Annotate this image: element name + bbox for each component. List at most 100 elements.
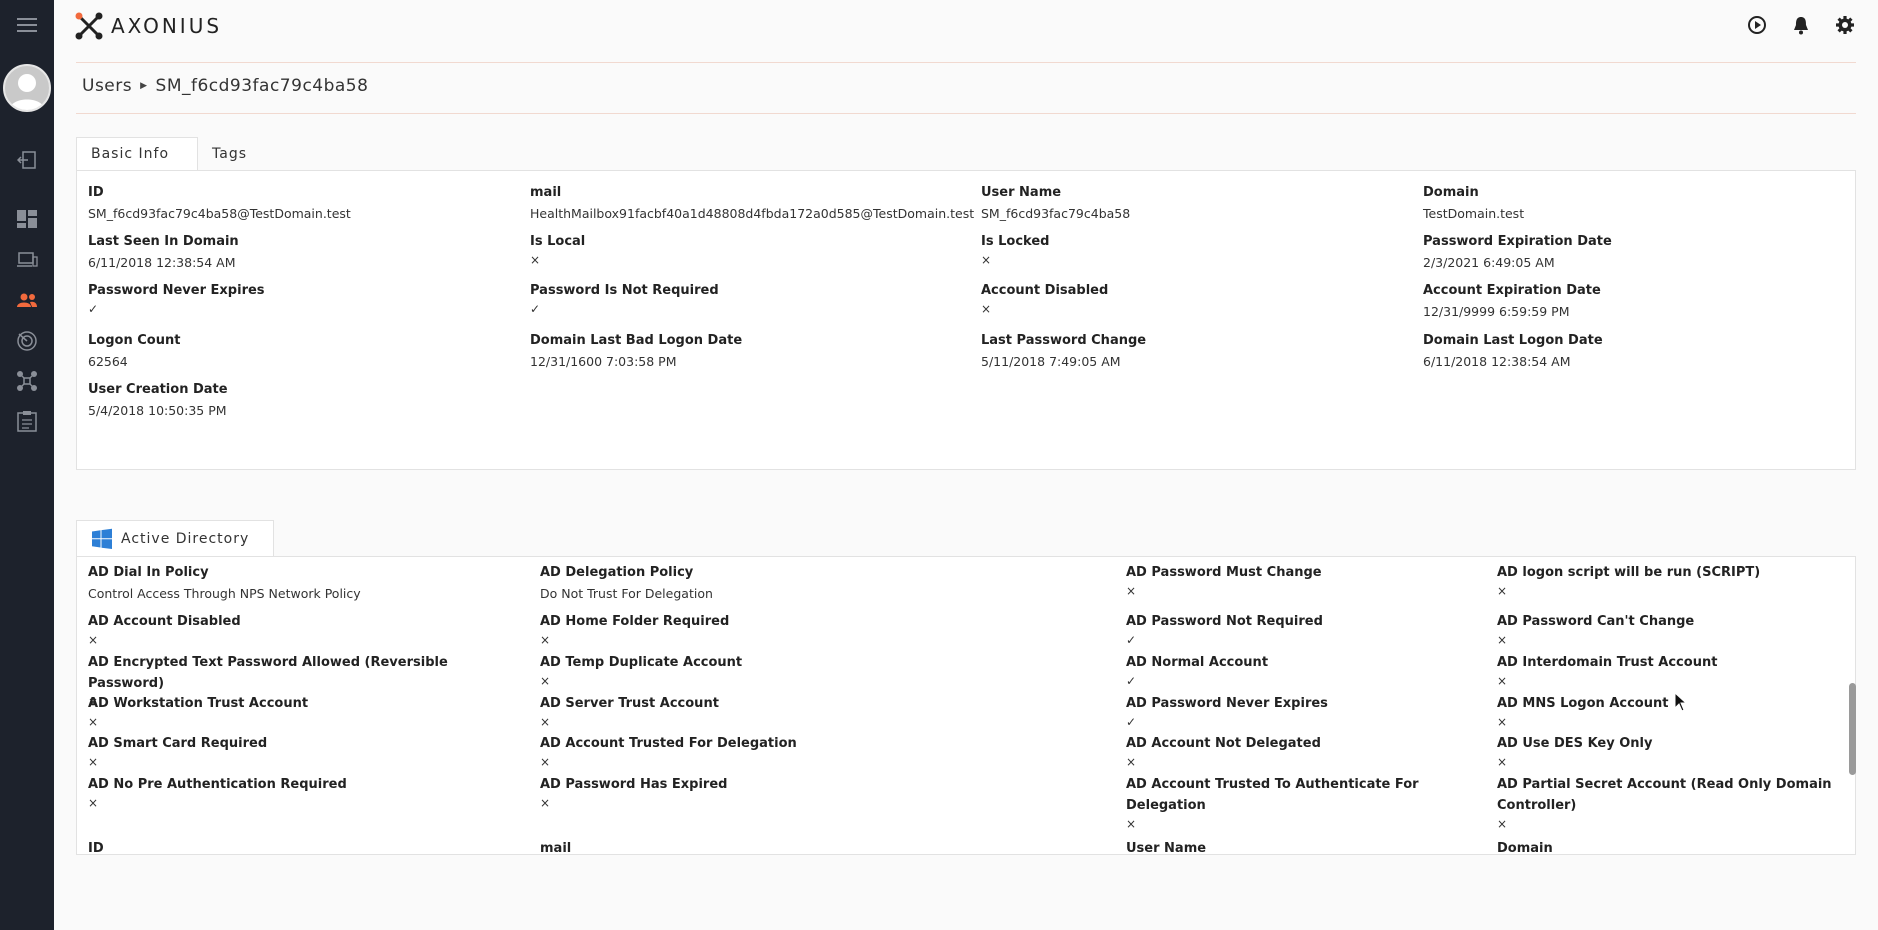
x-icon: × bbox=[1126, 817, 1137, 831]
field-value: 6/11/2018 12:38:54 AM bbox=[88, 255, 236, 270]
field-user-name: User Name SM_f6cd93fac79c4ba58 bbox=[981, 182, 1421, 224]
field-ad-password-has-expired: AD Password Has Expired × bbox=[540, 774, 1100, 811]
field-label: AD Delegation Policy bbox=[540, 565, 694, 580]
breadcrumb-root[interactable]: Users bbox=[82, 76, 132, 96]
devices-icon[interactable] bbox=[0, 250, 54, 270]
field-label: Last Seen In Domain bbox=[88, 234, 239, 249]
adapters-icon[interactable] bbox=[0, 370, 54, 392]
field-label: Domain bbox=[1497, 841, 1553, 855]
users-icon[interactable] bbox=[0, 290, 54, 310]
field-label: User Name bbox=[1126, 841, 1207, 855]
x-icon: × bbox=[88, 796, 99, 810]
play-icon[interactable] bbox=[1746, 14, 1768, 36]
logo-text: AXONIUS bbox=[111, 14, 223, 38]
field-label: ID bbox=[88, 185, 104, 200]
field-label: Password Expiration Date bbox=[1423, 234, 1612, 249]
field-ad-workstation-trust-account: AD Workstation Trust Account × bbox=[88, 693, 528, 730]
x-icon: × bbox=[88, 755, 99, 769]
field-id: ID bbox=[88, 838, 528, 855]
field-label: AD Partial Secret Account (Read Only Dom… bbox=[1497, 777, 1832, 813]
check-icon: ✓ bbox=[1126, 674, 1137, 688]
bell-icon[interactable] bbox=[1790, 14, 1812, 36]
x-icon: × bbox=[1126, 584, 1137, 598]
field-label: Domain Last Logon Date bbox=[1423, 333, 1603, 348]
x-icon: × bbox=[1497, 633, 1508, 647]
field-last-seen-in-domain: Last Seen In Domain 6/11/2018 12:38:54 AM bbox=[88, 231, 518, 273]
adapter-tabs: Active Directory bbox=[76, 520, 274, 557]
field-ad-password-can-t-change: AD Password Can't Change × bbox=[1497, 611, 1837, 648]
field-label: Logon Count bbox=[88, 333, 181, 348]
field-label: ID bbox=[88, 841, 104, 855]
field-label: AD Password Never Expires bbox=[1126, 696, 1328, 711]
x-icon: × bbox=[540, 674, 551, 688]
x-icon: × bbox=[1497, 817, 1508, 831]
field-value: 5/11/2018 7:49:05 AM bbox=[981, 354, 1121, 369]
field-ad-account-disabled: AD Account Disabled × bbox=[88, 611, 528, 648]
field-label: AD Password Not Required bbox=[1126, 614, 1323, 629]
field-label: mail bbox=[530, 185, 562, 200]
alerts-icon[interactable] bbox=[0, 330, 54, 352]
field-label: AD MNS Logon Account bbox=[1497, 696, 1669, 711]
tab-tags[interactable]: Tags bbox=[198, 137, 261, 171]
field-last-password-change: Last Password Change 5/11/2018 7:49:05 AM bbox=[981, 330, 1421, 372]
logout-icon[interactable] bbox=[0, 150, 54, 170]
field-user-creation-date: User Creation Date 5/4/2018 10:50:35 PM bbox=[88, 379, 518, 421]
field-label: Is Local bbox=[530, 234, 586, 249]
field-value: 12/31/1600 7:03:58 PM bbox=[530, 354, 677, 369]
field-label: Is Locked bbox=[981, 234, 1050, 249]
field-label: AD Home Folder Required bbox=[540, 614, 730, 629]
field-label: Account Expiration Date bbox=[1423, 283, 1601, 298]
field-account-disabled: Account Disabled × bbox=[981, 280, 1421, 317]
check-icon: ✓ bbox=[1126, 633, 1137, 647]
scrollbar-thumb[interactable] bbox=[1849, 683, 1856, 775]
field-ad-normal-account: AD Normal Account ✓ bbox=[1126, 652, 1466, 689]
field-label: Domain Last Bad Logon Date bbox=[530, 333, 743, 348]
mouse-cursor-icon bbox=[1674, 692, 1688, 712]
dashboard-icon[interactable] bbox=[0, 208, 54, 230]
field-ad-account-trusted-to-authenticate-for-delegation: AD Account Trusted To Authenticate For D… bbox=[1126, 774, 1466, 832]
breadcrumb: Users ▶ SM_f6cd93fac79c4ba58 bbox=[82, 76, 368, 96]
field-value: HealthMailbox91facbf40a1d48808d4fbda172a… bbox=[530, 206, 975, 221]
field-domain: Domain bbox=[1497, 838, 1837, 855]
field-ad-dial-in-policy: AD Dial In Policy Control Access Through … bbox=[88, 562, 528, 604]
field-domain-last-bad-logon-date: Domain Last Bad Logon Date 12/31/1600 7:0… bbox=[530, 330, 970, 372]
field-id: ID SM_f6cd93fac79c4ba58@TestDomain.test bbox=[88, 182, 518, 224]
field-ad-account-trusted-for-delegation: AD Account Trusted For Delegation × bbox=[540, 733, 1100, 770]
field-domain-last-logon-date: Domain Last Logon Date 6/11/2018 12:38:54… bbox=[1423, 330, 1843, 372]
field-domain: Domain TestDomain.test bbox=[1423, 182, 1843, 224]
field-ad-password-not-required: AD Password Not Required ✓ bbox=[1126, 611, 1466, 648]
nav-rail bbox=[0, 0, 54, 930]
logo[interactable]: AXONIUS bbox=[75, 12, 222, 40]
reports-icon[interactable] bbox=[0, 410, 54, 432]
x-icon: × bbox=[1126, 755, 1137, 769]
field-ad-mns-logon-account: AD MNS Logon Account × bbox=[1497, 693, 1837, 730]
tab-basic-info[interactable]: Basic Info bbox=[76, 137, 198, 171]
x-icon: × bbox=[1497, 755, 1508, 769]
field-ad-server-trust-account: AD Server Trust Account × bbox=[540, 693, 1100, 730]
field-ad-partial-secret-account-read-only-domain-controller: AD Partial Secret Account (Read Only Dom… bbox=[1497, 774, 1837, 832]
header-divider bbox=[76, 62, 1856, 63]
check-icon: ✓ bbox=[1126, 715, 1137, 729]
field-value: Do Not Trust For Delegation bbox=[540, 586, 713, 601]
tab-active-directory[interactable]: Active Directory bbox=[76, 520, 274, 557]
field-label: Domain bbox=[1423, 185, 1479, 200]
field-label: AD Encrypted Text Password Allowed (Reve… bbox=[88, 655, 448, 691]
field-label: AD Account Trusted For Delegation bbox=[540, 736, 797, 751]
field-value: 2/3/2021 6:49:05 AM bbox=[1423, 255, 1555, 270]
field-ad-logon-script-will-be-run-script: AD logon script will be run (SCRIPT) × bbox=[1497, 562, 1837, 599]
field-ad-home-folder-required: AD Home Folder Required × bbox=[540, 611, 1100, 648]
field-label: AD Interdomain Trust Account bbox=[1497, 655, 1718, 670]
field-label: AD logon script will be run (SCRIPT) bbox=[1497, 565, 1761, 580]
gear-icon[interactable] bbox=[1834, 14, 1856, 36]
avatar[interactable] bbox=[3, 64, 51, 112]
x-icon: × bbox=[1497, 584, 1508, 598]
breadcrumb-current: SM_f6cd93fac79c4ba58 bbox=[155, 76, 369, 96]
check-icon: ✓ bbox=[530, 302, 541, 316]
active-directory-panel: AD Dial In Policy Control Access Through … bbox=[76, 556, 1856, 855]
menu-icon[interactable] bbox=[0, 14, 54, 36]
x-icon: × bbox=[540, 633, 551, 647]
x-icon: × bbox=[88, 633, 99, 647]
field-ad-use-des-key-only: AD Use DES Key Only × bbox=[1497, 733, 1837, 770]
field-is-locked: Is Locked × bbox=[981, 231, 1421, 268]
check-icon: ✓ bbox=[88, 302, 99, 316]
